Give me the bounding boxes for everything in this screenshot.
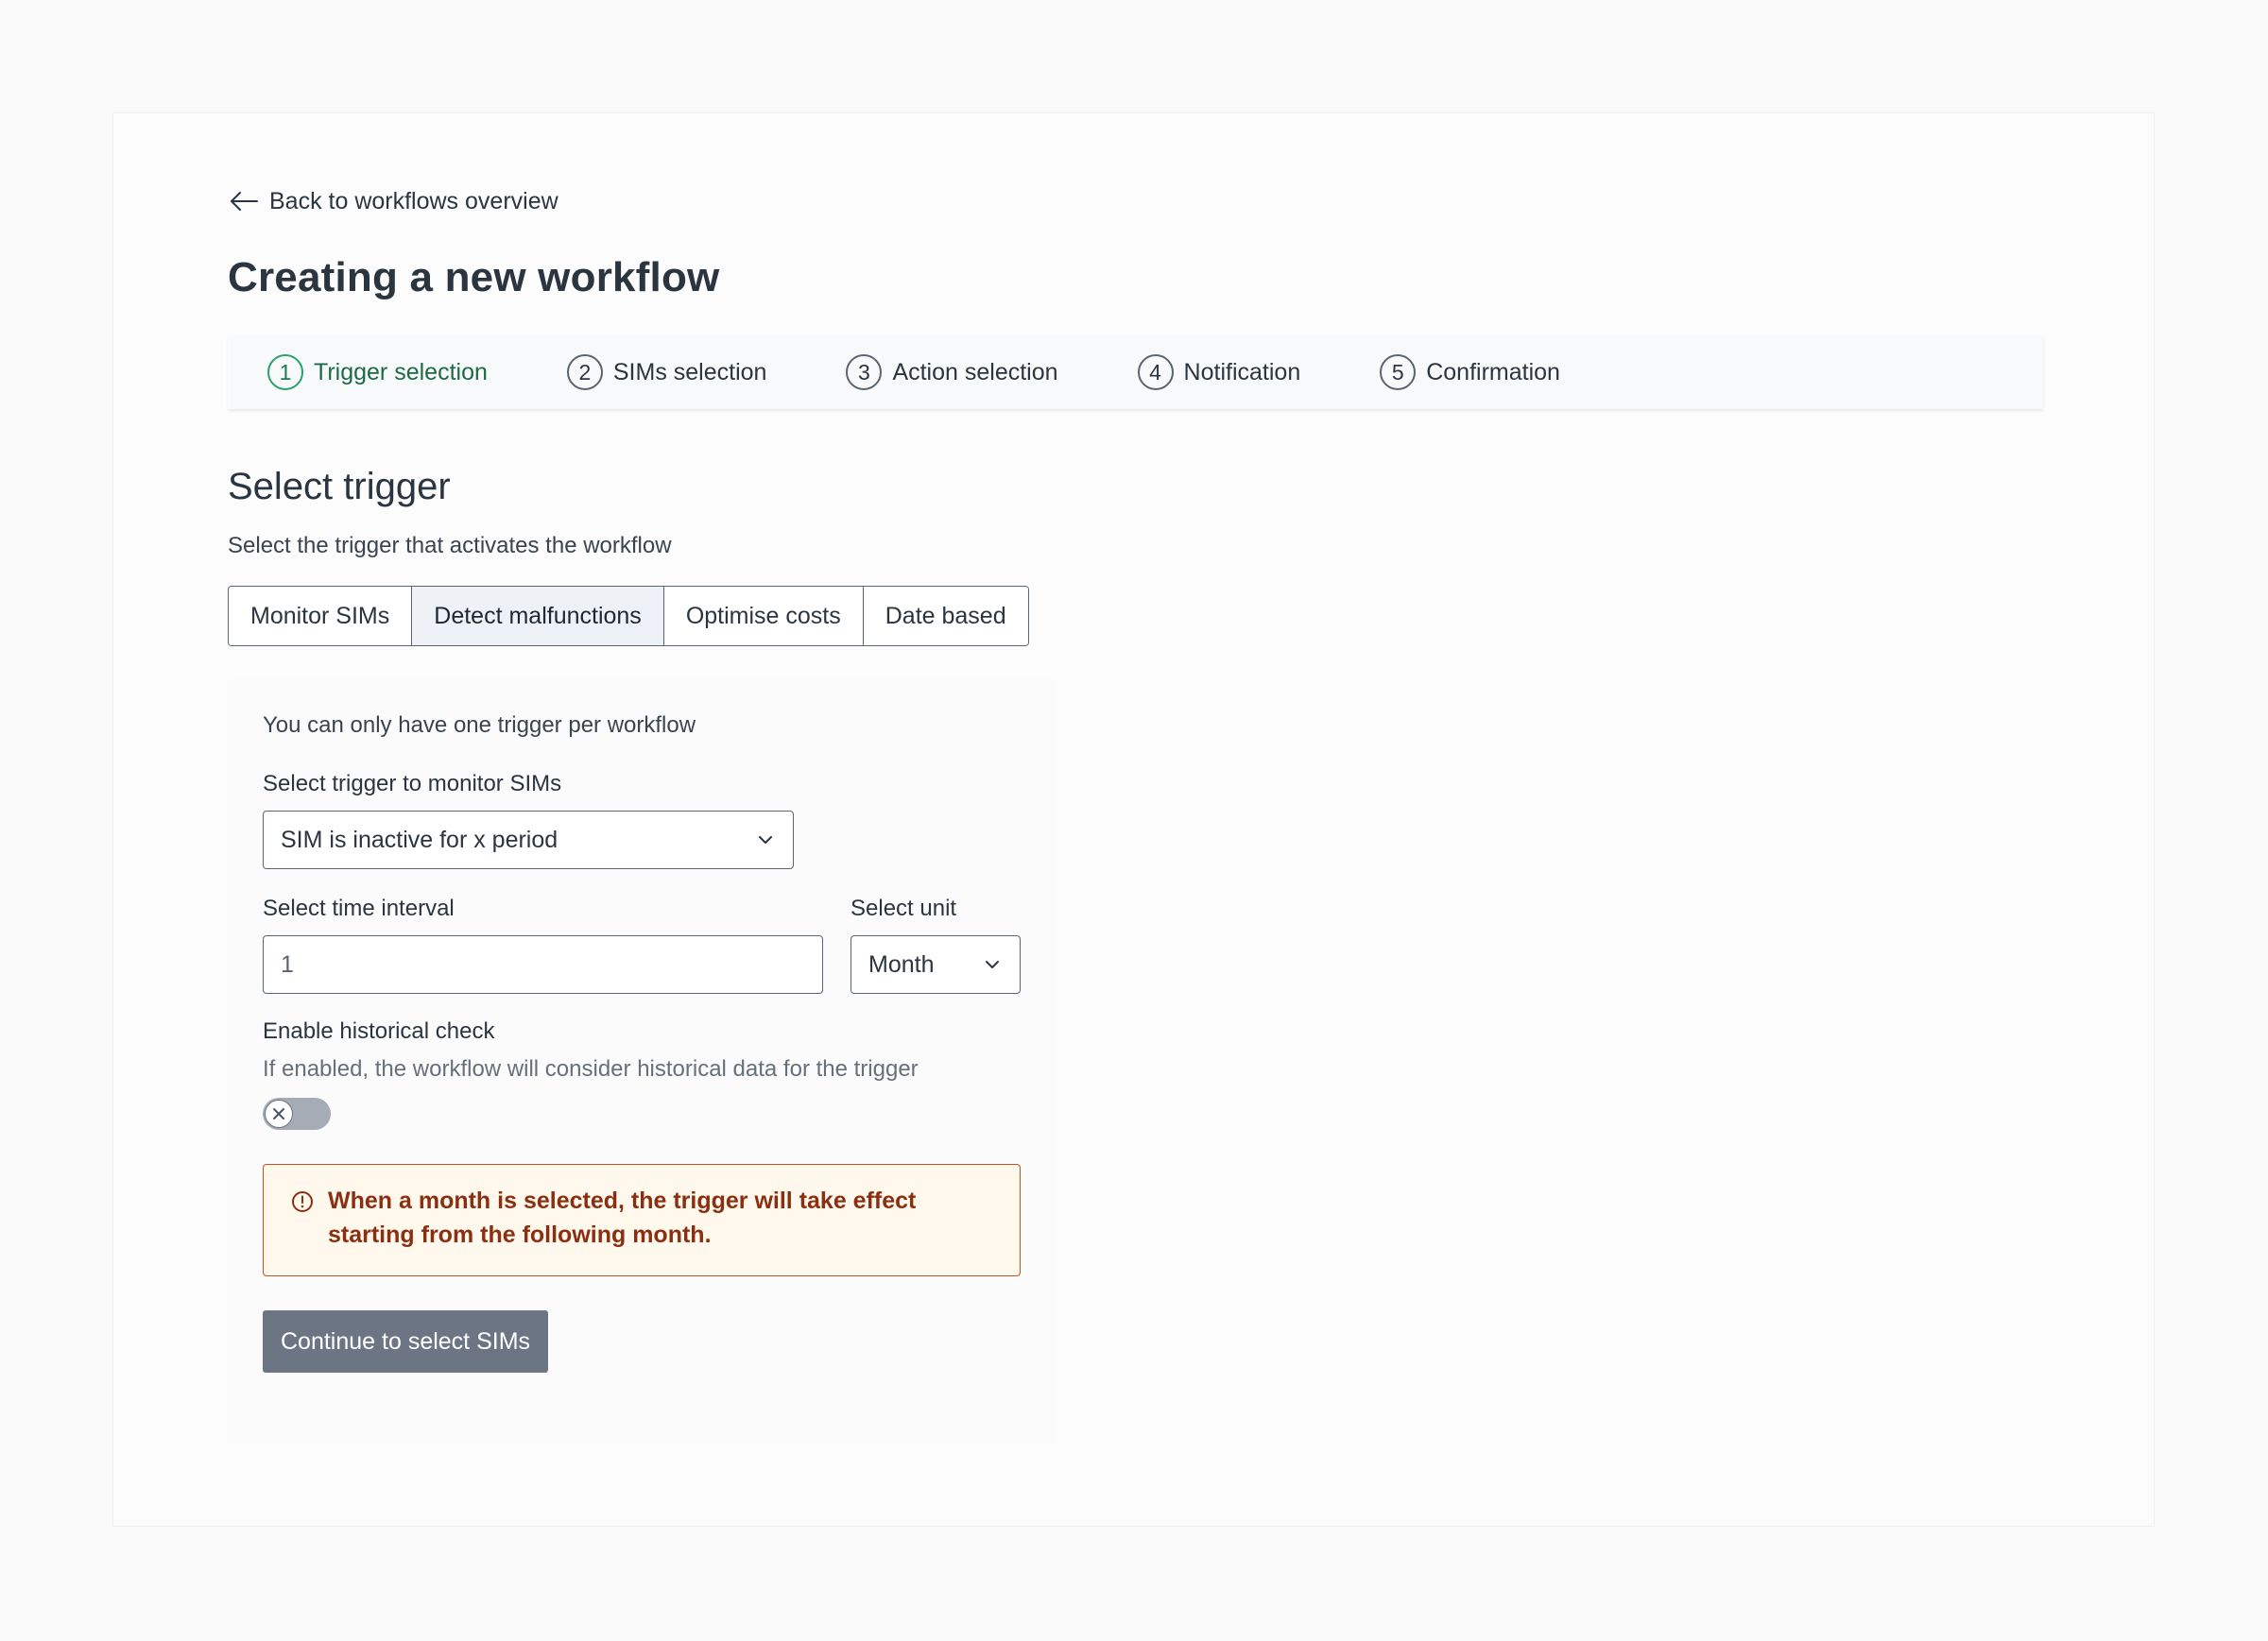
- interval-label: Select time interval: [263, 896, 455, 921]
- trigger-select[interactable]: SIM is inactive for x period: [263, 811, 794, 869]
- tab-date-based[interactable]: Date based: [863, 587, 1028, 645]
- step-trigger-selection[interactable]: 1 Trigger selection: [267, 354, 488, 390]
- chevron-down-icon: [986, 961, 999, 968]
- unit-field-group: Select unit Month: [850, 896, 1021, 994]
- unit-select-value: Month: [868, 950, 935, 978]
- step-notification[interactable]: 4 Notification: [1137, 354, 1301, 390]
- step-number: 5: [1380, 354, 1417, 390]
- time-interval-input[interactable]: [263, 935, 823, 994]
- interval-field-group: Select time interval: [263, 896, 823, 994]
- step-number: 2: [566, 354, 603, 390]
- section-title: Select trigger: [228, 466, 451, 507]
- tab-optimise-costs[interactable]: Optimise costs: [663, 587, 864, 645]
- step-sims-selection[interactable]: 2 SIMs selection: [566, 354, 767, 390]
- step-action-selection[interactable]: 3 Action selection: [846, 354, 1058, 390]
- back-to-workflows-link[interactable]: Back to workflows overview: [228, 185, 558, 217]
- back-link-label: Back to workflows overview: [269, 187, 558, 214]
- step-label: Action selection: [892, 358, 1058, 385]
- tab-monitor-sims[interactable]: Monitor SIMs: [229, 587, 413, 645]
- trigger-select-value: SIM is inactive for x period: [281, 826, 558, 853]
- alert-line: starting from the following month.: [328, 1222, 712, 1248]
- section-subtitle: Select the trigger that activates the wo…: [228, 533, 672, 558]
- unit-select[interactable]: Month: [850, 935, 1021, 994]
- alert-message: When a month is selected, the trigger wi…: [328, 1184, 916, 1253]
- historical-check-label: Enable historical check: [263, 1018, 495, 1044]
- trigger-form: You can only have one trigger per workfl…: [263, 712, 1021, 1373]
- workflow-card: Back to workflows overview Creating a ne…: [112, 112, 2155, 1527]
- step-confirmation[interactable]: 5 Confirmation: [1380, 354, 1560, 390]
- alert-line: When a month is selected, the trigger wi…: [328, 1188, 917, 1214]
- trigger-category-tabs: Monitor SIMs Detect malfunctions Optimis…: [228, 586, 1029, 646]
- workflow-content: Back to workflows overview Creating a ne…: [228, 185, 2043, 1444]
- chevron-down-icon: [759, 836, 772, 844]
- one-trigger-note: You can only have one trigger per workfl…: [263, 712, 696, 738]
- unit-label: Select unit: [850, 896, 957, 921]
- step-label: Confirmation: [1426, 358, 1560, 385]
- historical-check-helper: If enabled, the workflow will consider h…: [263, 1056, 919, 1082]
- arrow-left-icon: [231, 192, 258, 211]
- page-title: Creating a new workflow: [228, 254, 720, 300]
- trigger-select-label: Select trigger to monitor SIMs: [263, 771, 562, 796]
- step-number: 1: [267, 354, 303, 390]
- month-warning-alert: When a month is selected, the trigger wi…: [263, 1164, 1021, 1276]
- historical-check-toggle[interactable]: [263, 1098, 331, 1130]
- workflow-stepper: 1 Trigger selection 2 SIMs selection 3 A…: [228, 335, 2043, 409]
- tab-detect-malfunctions[interactable]: Detect malfunctions: [412, 587, 664, 645]
- alert-circle-icon: [292, 1191, 313, 1212]
- close-icon: [273, 1108, 284, 1120]
- step-label: Notification: [1183, 358, 1301, 385]
- step-label: Trigger selection: [314, 358, 488, 385]
- step-number: 4: [1137, 354, 1174, 390]
- continue-to-sims-button[interactable]: Continue to select SIMs: [263, 1310, 549, 1373]
- interval-row: Select time interval Select unit Month: [263, 896, 1021, 994]
- step-number: 3: [846, 354, 883, 390]
- trigger-panel: You can only have one trigger per workfl…: [228, 678, 1057, 1444]
- step-label: SIMs selection: [612, 358, 767, 385]
- toggle-knob: [265, 1100, 293, 1128]
